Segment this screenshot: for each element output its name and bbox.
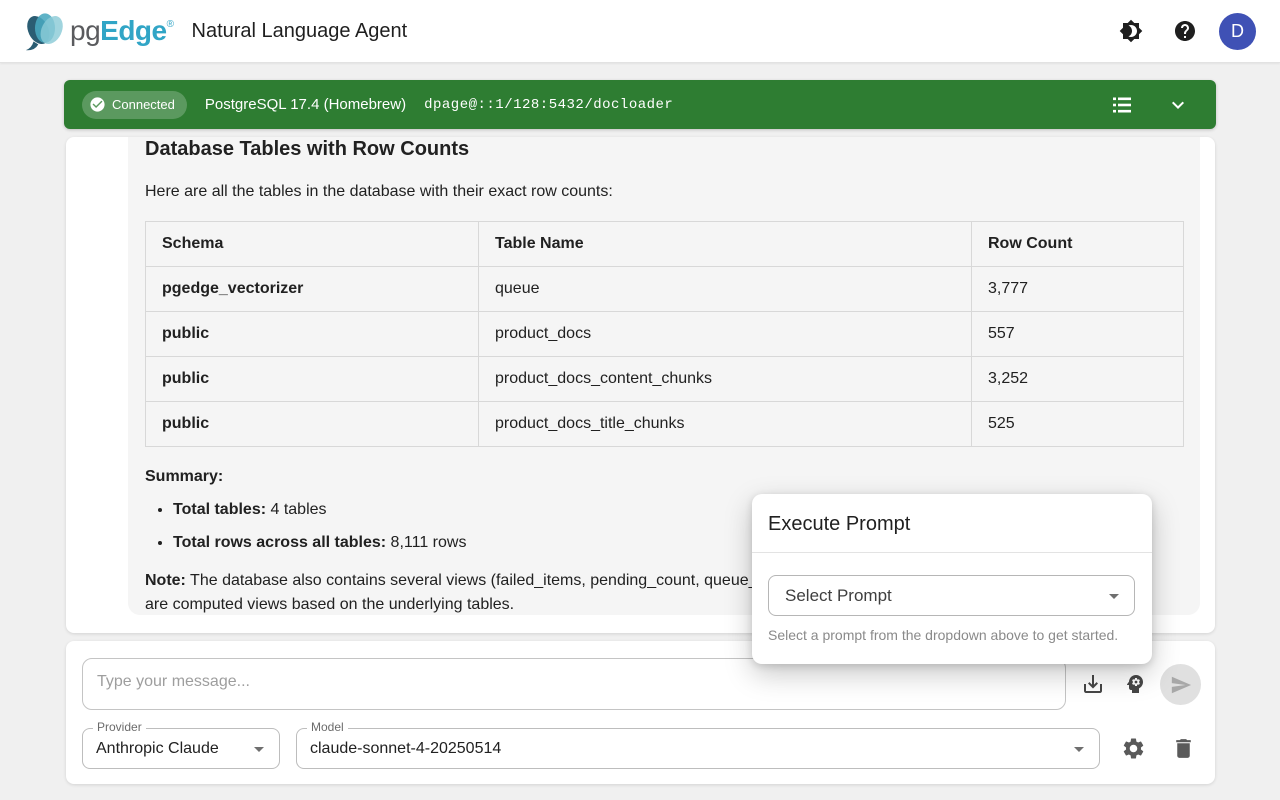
user-avatar[interactable]: D <box>1219 13 1256 50</box>
message-intro: Here are all the tables in the database … <box>145 180 1183 204</box>
note-label: Note: <box>145 572 186 589</box>
message-heading: Database Tables with Row Counts <box>145 137 1183 163</box>
pgedge-logo-icon <box>22 10 68 52</box>
bullet-label: Total rows across all tables: <box>173 534 386 551</box>
connection-bar: Connected PostgreSQL 17.4 (Homebrew) dpa… <box>64 80 1216 129</box>
check-circle-icon <box>89 96 106 113</box>
bullet-label: Total tables: <box>173 501 266 518</box>
dropdown-caret-icon <box>1102 584 1126 608</box>
table-header-row: Schema Table Name Row Count <box>146 222 1184 267</box>
help-icon <box>1173 19 1197 43</box>
schema-cell: public <box>146 357 479 402</box>
table-name-cell: product_docs_content_chunks <box>479 357 972 402</box>
summary-heading: Summary: <box>145 465 1183 489</box>
collapse-connection-button[interactable] <box>1158 85 1198 125</box>
send-icon <box>1170 674 1192 696</box>
column-header-table-name: Table Name <box>479 222 972 267</box>
schema-cell: public <box>146 312 479 357</box>
provider-select[interactable]: Provider Anthropic Claude <box>82 728 280 769</box>
prompt-select-helper-text: Select a prompt from the dropdown above … <box>768 627 1118 643</box>
modal-title: Execute Prompt <box>752 494 1152 552</box>
settings-button[interactable] <box>1113 728 1153 768</box>
row-count-cell: 525 <box>972 402 1184 447</box>
connection-status-label: Connected <box>112 97 175 112</box>
dropdown-caret-icon <box>1067 737 1091 761</box>
bullet-value: 8,111 rows <box>386 534 466 551</box>
table-row: public product_docs 557 <box>146 312 1184 357</box>
modal-divider <box>752 552 1152 553</box>
download-icon <box>1081 672 1105 696</box>
message-input[interactable] <box>82 658 1066 710</box>
list-icon <box>1110 93 1134 117</box>
prompt-select[interactable]: Select Prompt <box>768 575 1135 616</box>
theme-toggle-button[interactable] <box>1111 11 1151 51</box>
connection-details-button[interactable] <box>1102 85 1142 125</box>
model-select[interactable]: Model claude-sonnet-4-20250514 <box>296 728 1100 769</box>
row-counts-table: Schema Table Name Row Count pgedge_vecto… <box>145 221 1184 447</box>
logo-registered-mark: ® <box>167 19 174 30</box>
trash-icon <box>1171 736 1196 761</box>
logo-edge: Edge <box>100 15 166 47</box>
table-name-cell: queue <box>479 267 972 312</box>
column-header-row-count: Row Count <box>972 222 1184 267</box>
pgedge-logo: pgEdge® <box>22 10 174 52</box>
brightness-icon <box>1119 19 1143 43</box>
table-name-cell: product_docs_title_chunks <box>479 402 972 447</box>
provider-select-label: Provider <box>93 721 146 733</box>
bullet-value: 4 tables <box>266 501 326 518</box>
table-row: public product_docs_title_chunks 525 <box>146 402 1184 447</box>
schema-cell: pgedge_vectorizer <box>146 267 479 312</box>
row-count-cell: 3,252 <box>972 357 1184 402</box>
clear-chat-button[interactable] <box>1163 728 1203 768</box>
provider-select-value: Anthropic Claude <box>96 740 219 758</box>
dropdown-caret-icon <box>247 737 271 761</box>
app-header: pgEdge® Natural Language Agent D <box>0 0 1280 63</box>
connection-status-badge: Connected <box>82 91 187 119</box>
schema-cell: public <box>146 402 479 447</box>
header-actions: D <box>1111 11 1256 51</box>
download-chat-button[interactable] <box>1073 664 1113 704</box>
pgedge-logo-text: pgEdge® <box>70 15 174 47</box>
row-count-cell: 3,777 <box>972 267 1184 312</box>
table-row: pgedge_vectorizer queue 3,777 <box>146 267 1184 312</box>
model-select-value: claude-sonnet-4-20250514 <box>310 740 501 758</box>
table-name-cell: product_docs <box>479 312 972 357</box>
logo-pg: pg <box>70 15 100 47</box>
prompt-select-value: Select Prompt <box>785 586 892 606</box>
gear-icon <box>1121 736 1146 761</box>
prompt-library-button[interactable] <box>1115 664 1155 704</box>
server-version-label: PostgreSQL 17.4 (Homebrew) <box>205 96 406 113</box>
execute-prompt-modal: Execute Prompt Select Prompt Select a pr… <box>752 494 1152 664</box>
column-header-schema: Schema <box>146 222 479 267</box>
page: pgEdge® Natural Language Agent D Connect… <box>0 0 1280 800</box>
model-select-label: Model <box>307 721 348 733</box>
page-title: Natural Language Agent <box>192 20 408 43</box>
psychology-icon <box>1123 672 1147 696</box>
connection-bar-actions <box>1102 85 1198 125</box>
chevron-down-icon <box>1166 93 1190 117</box>
connection-string: dpage@::1/128:5432/docloader <box>424 97 673 113</box>
table-row: public product_docs_content_chunks 3,252 <box>146 357 1184 402</box>
help-button[interactable] <box>1165 11 1205 51</box>
send-button[interactable] <box>1160 664 1201 705</box>
row-count-cell: 557 <box>972 312 1184 357</box>
